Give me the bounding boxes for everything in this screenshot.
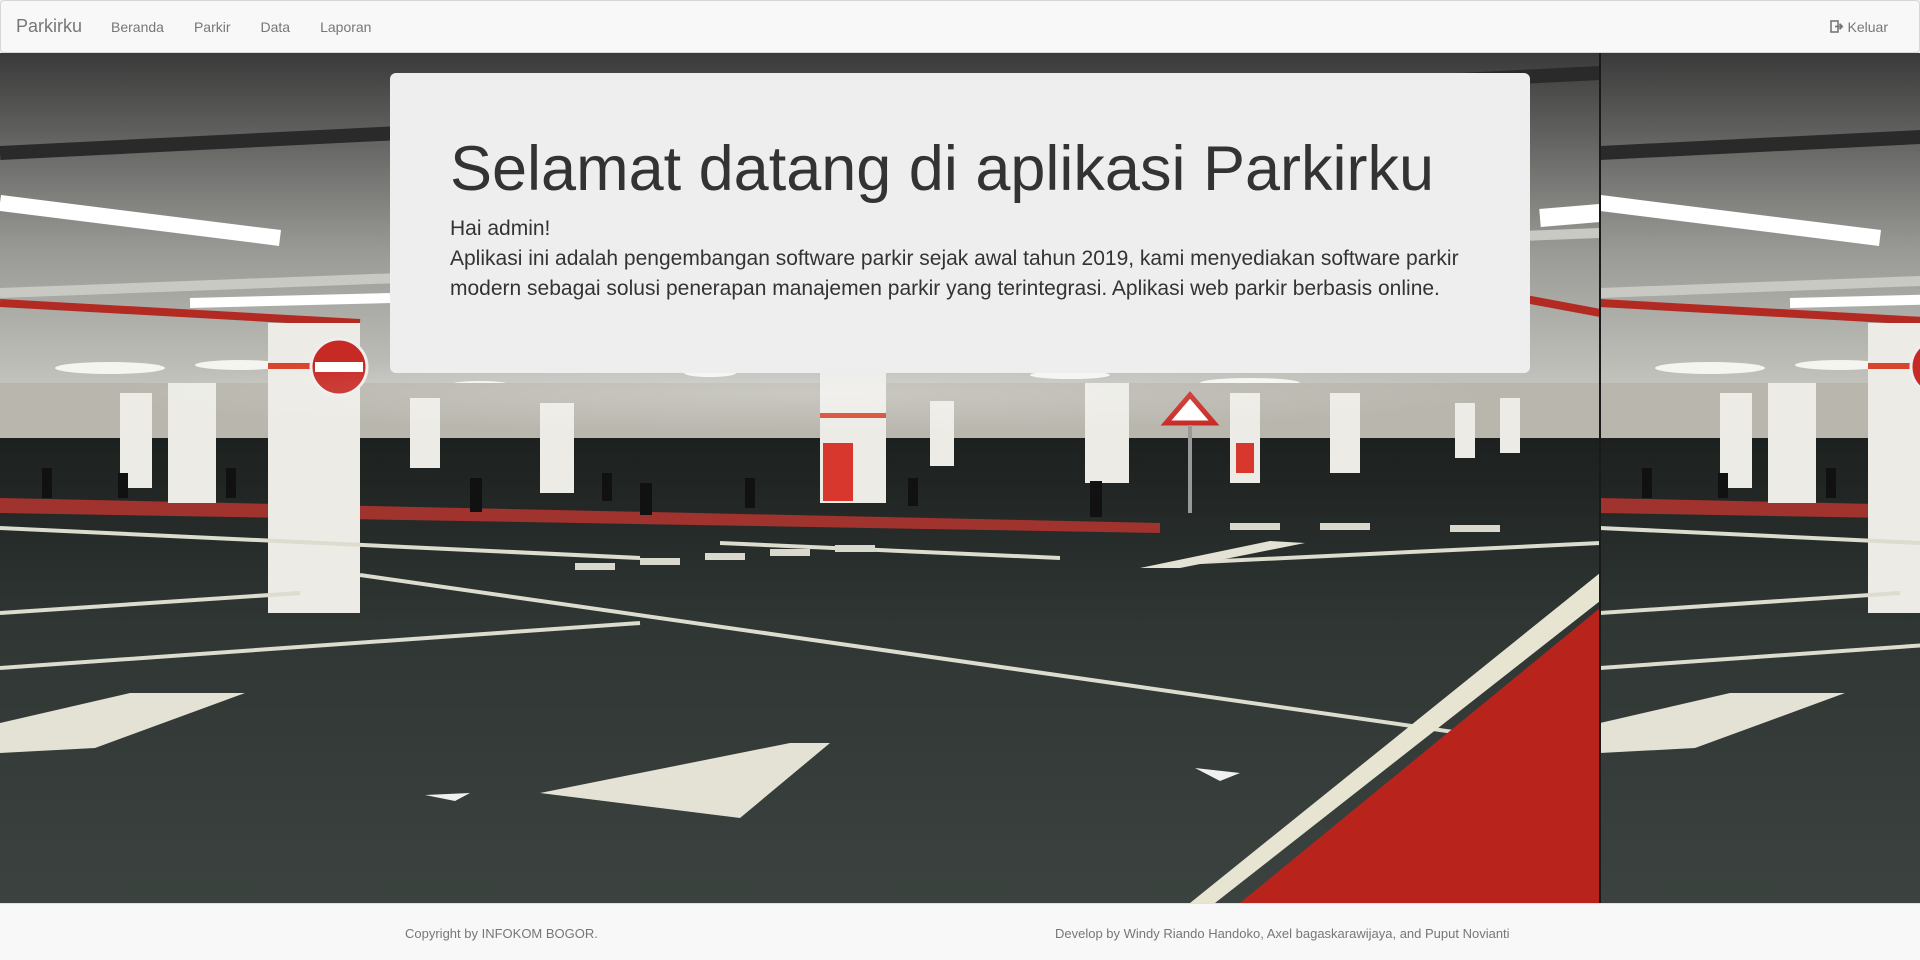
welcome-description: Aplikasi ini adalah pengembangan softwar… (450, 247, 1459, 301)
nav-item-laporan[interactable]: Laporan (305, 19, 386, 35)
welcome-title: Selamat datang di aplikasi Parkirku (450, 134, 1435, 204)
welcome-greeting: Hai admin! (450, 217, 551, 241)
navbar: Parkirku Beranda Parkir Data Laporan Kel… (0, 0, 1920, 53)
parking-garage-photo-tile (1600, 53, 1920, 903)
logout-label: Keluar (1847, 18, 1888, 35)
brand-link[interactable]: Parkirku (16, 16, 82, 37)
footer-developers: Develop by Windy Riando Handoko, Axel ba… (1055, 926, 1510, 941)
footer: Copyright by INFOKOM BOGOR. Develop by W… (0, 903, 1920, 960)
nav-item-data[interactable]: Data (246, 19, 306, 35)
footer-copyright: Copyright by INFOKOM BOGOR. (405, 926, 598, 941)
image-seam (1599, 53, 1601, 903)
nav-item-parkir[interactable]: Parkir (179, 19, 246, 35)
nav-item-beranda[interactable]: Beranda (96, 19, 179, 35)
logout-icon (1829, 20, 1844, 33)
welcome-jumbotron: Selamat datang di aplikasi Parkirku Hai … (390, 73, 1530, 373)
logout-link[interactable]: Keluar (1829, 1, 1888, 52)
